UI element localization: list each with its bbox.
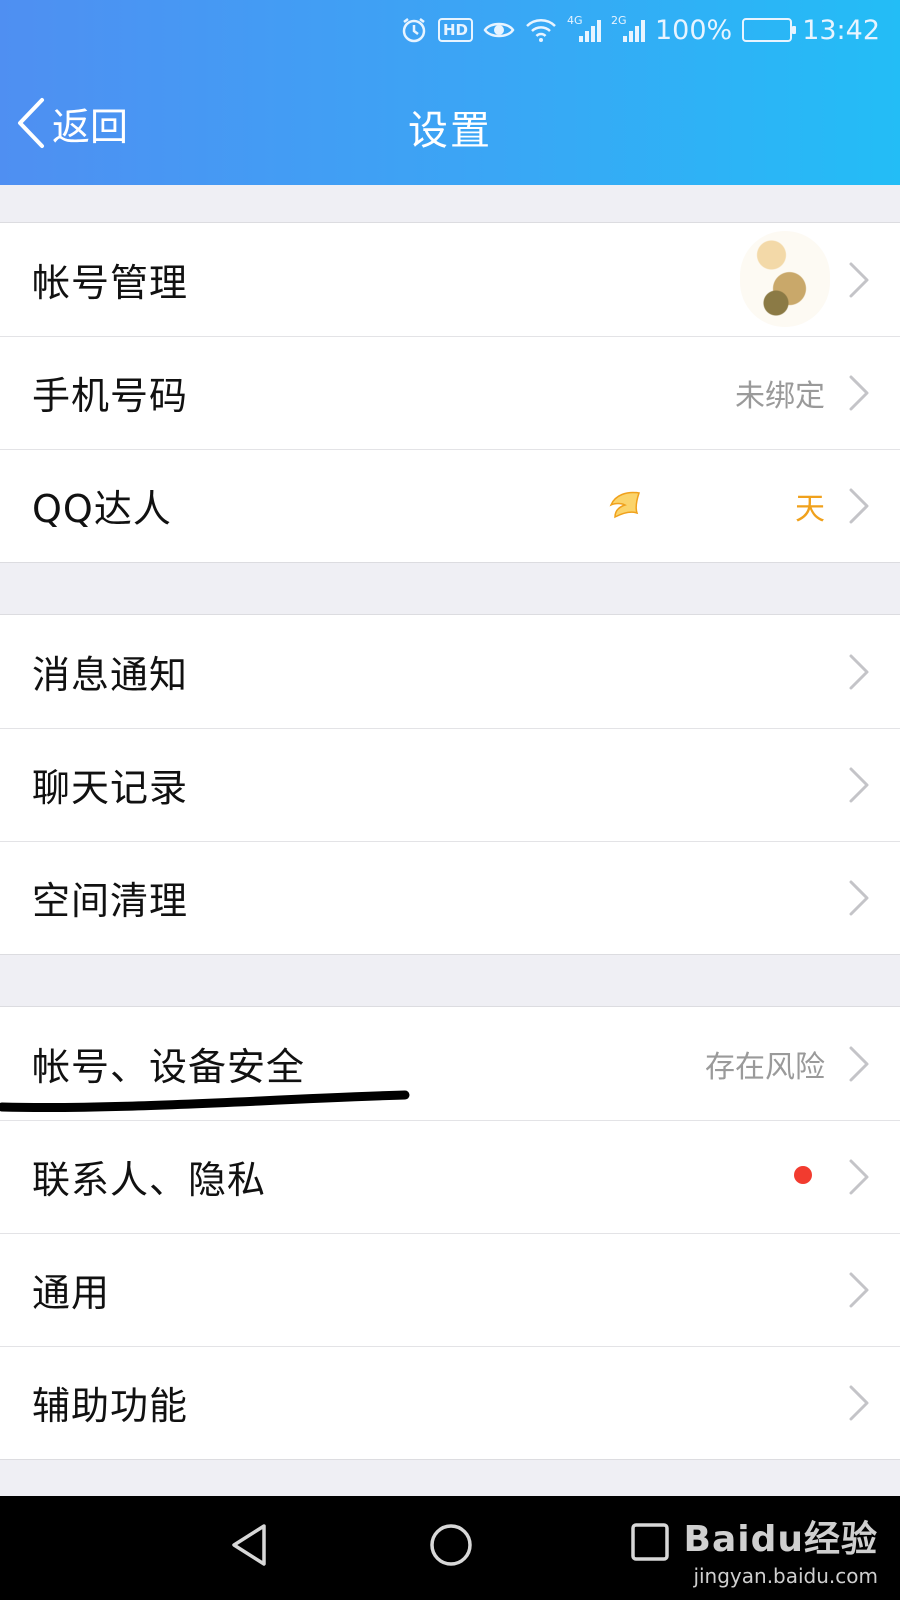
section-gap	[0, 955, 900, 1007]
settings-group-security: 帐号、设备安全 存在风险 联系人、隐私 通用 辅助功能	[0, 1007, 900, 1460]
chevron-right-icon	[849, 767, 869, 803]
signal-icon: 4G	[567, 14, 601, 42]
clock: 13:42	[802, 14, 880, 46]
settings-item-value: 存在风险	[705, 1049, 825, 1085]
settings-item-label: 帐号、设备安全	[32, 1045, 306, 1089]
alarm-icon	[400, 16, 428, 44]
status-bar: HD 4G 2G 100% 13:42	[0, 0, 900, 60]
settings-item-label: 辅助功能	[32, 1384, 189, 1428]
settings-item-label: 帐号管理	[32, 261, 189, 305]
wing-icon	[609, 491, 640, 519]
signal-icon: 2G	[611, 14, 645, 42]
battery-percent: 100%	[654, 14, 733, 46]
home-circle-icon[interactable]	[428, 1522, 474, 1568]
watermark-main: Baidu经验	[683, 1519, 878, 1560]
settings-item-label: QQ达人	[32, 487, 172, 531]
settings-item-label: 手机号码	[32, 374, 189, 418]
settings-item-chat-history[interactable]: 聊天记录	[0, 728, 900, 841]
settings-item-notifications[interactable]: 消息通知	[0, 615, 900, 728]
section-gap	[0, 563, 900, 615]
nav-bar: 返回 设置	[0, 68, 900, 178]
settings-item-value: 未绑定	[735, 378, 825, 414]
chevron-right-icon	[849, 1385, 869, 1421]
battery-icon	[742, 18, 797, 42]
chevron-right-icon	[849, 1159, 869, 1195]
settings-item-general[interactable]: 通用	[0, 1233, 900, 1346]
settings-item-account-management[interactable]: 帐号管理	[0, 223, 900, 336]
eye-icon	[483, 18, 515, 42]
chevron-right-icon	[849, 262, 869, 298]
settings-item-contacts-privacy[interactable]: 联系人、隐私	[0, 1120, 900, 1233]
page-title: 设置	[408, 108, 492, 154]
avatar	[740, 231, 830, 327]
chevron-right-icon	[849, 488, 869, 524]
hd-icon: HD	[437, 18, 473, 42]
settings-item-phone-number[interactable]: 手机号码 未绑定	[0, 336, 900, 449]
chevron-right-icon	[849, 880, 869, 916]
system-nav-bar: Baidu经验 jingyan.baidu.com	[0, 1496, 900, 1600]
section-gap	[0, 185, 900, 223]
watermark-sub: jingyan.baidu.com	[693, 1564, 878, 1588]
settings-item-value: 天	[795, 491, 825, 527]
chevron-right-icon	[849, 375, 869, 411]
settings-group-account: 帐号管理 手机号码 未绑定 QQ达人 天	[0, 223, 900, 563]
chevron-right-icon	[849, 1046, 869, 1082]
settings-item-label: 空间清理	[32, 879, 189, 923]
watermark: Baidu经验 jingyan.baidu.com	[684, 1510, 878, 1588]
settings-item-accessibility[interactable]: 辅助功能	[0, 1346, 900, 1459]
settings-item-label: 消息通知	[32, 653, 189, 697]
chevron-right-icon	[849, 654, 869, 690]
settings-item-storage-cleanup[interactable]: 空间清理	[0, 841, 900, 954]
header-bar: HD 4G 2G 100% 13:42 返回 设置	[0, 0, 900, 185]
notification-dot	[794, 1166, 812, 1184]
settings-item-qq-expert[interactable]: QQ达人 天	[0, 449, 900, 562]
chevron-right-icon	[849, 1272, 869, 1308]
settings-list: 帐号管理 手机号码 未绑定 QQ达人 天 消息通知 聊天记录 空间清理 帐号、设…	[0, 185, 900, 1460]
settings-item-label: 通用	[32, 1271, 111, 1315]
settings-group-messages: 消息通知 聊天记录 空间清理	[0, 615, 900, 955]
settings-item-label: 聊天记录	[32, 766, 189, 810]
back-triangle-icon[interactable]	[228, 1522, 270, 1568]
wifi-icon	[525, 17, 557, 43]
annotation-underline	[0, 1090, 410, 1113]
settings-item-label: 联系人、隐私	[32, 1158, 267, 1202]
recent-apps-icon[interactable]	[630, 1522, 670, 1562]
